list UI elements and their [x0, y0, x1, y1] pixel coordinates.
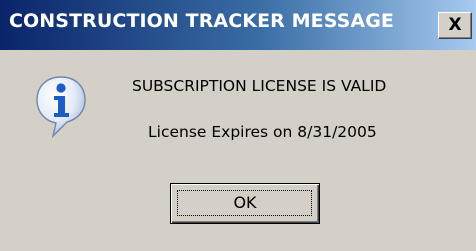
- license-expiry-message: License Expires on 8/31/2005: [148, 123, 377, 141]
- ok-button[interactable]: OK: [170, 183, 320, 224]
- license-status-message: SUBSCRIPTION LICENSE IS VALID: [132, 77, 387, 95]
- ok-button-label: OK: [233, 193, 257, 212]
- dialog-title: CONSTRUCTION TRACKER MESSAGE: [9, 10, 395, 32]
- close-button[interactable]: X: [438, 12, 472, 39]
- title-bar[interactable]: CONSTRUCTION TRACKER MESSAGE X: [0, 0, 476, 50]
- message-dialog: CONSTRUCTION TRACKER MESSAGE X SUBSCRIPT…: [0, 0, 476, 251]
- close-icon: X: [448, 15, 462, 35]
- information-icon: [34, 74, 88, 140]
